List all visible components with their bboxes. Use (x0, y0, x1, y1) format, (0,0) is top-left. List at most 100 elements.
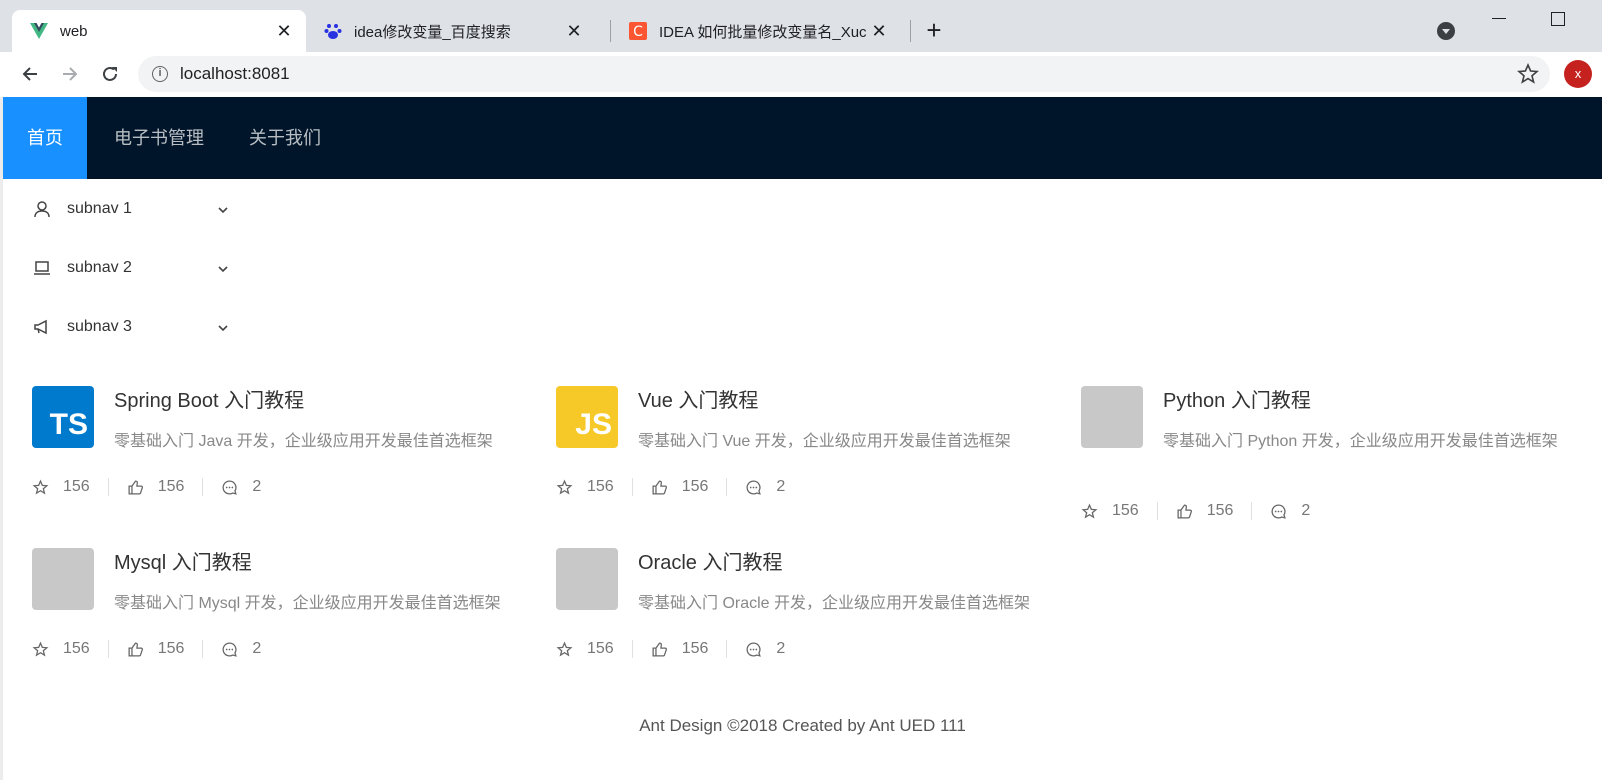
like-action[interactable]: 156 (1176, 502, 1253, 520)
tab-title: web (60, 22, 88, 40)
ebook-cover[interactable] (1081, 386, 1143, 448)
star-action[interactable]: 156 (32, 478, 109, 496)
chevron-down-icon (217, 262, 229, 274)
close-icon[interactable]: ✕ (272, 19, 296, 43)
ebook-card: JS Vue 入门教程 零基础入门 Vue 开发，企业级应用开发最佳首选框架 1… (556, 386, 1076, 536)
like-action[interactable]: 156 (651, 478, 728, 496)
ebook-description: 零基础入门 Python 开发，企业级应用开发最佳首选框架 (1163, 433, 1558, 450)
svg-text:C: C (633, 24, 643, 40)
ebook-description: 零基础入门 Java 开发，企业级应用开发最佳首选框架 (114, 433, 493, 450)
like-action[interactable]: 156 (127, 640, 204, 658)
tab-title: idea修改变量_百度搜索 (354, 23, 511, 41)
like-count: 156 (157, 640, 185, 657)
subnav-3[interactable]: subnav 3 (3, 297, 233, 357)
comment-action[interactable]: 2 (745, 478, 803, 496)
comment-action[interactable]: 2 (745, 640, 803, 658)
like-icon (128, 479, 143, 495)
comment-count: 2 (1301, 502, 1311, 519)
browser-tab-baidu[interactable]: idea修改变量_百度搜索 ✕ (306, 10, 596, 52)
star-action[interactable]: 156 (556, 478, 633, 496)
reload-icon[interactable] (98, 62, 122, 86)
ebook-title[interactable]: Python 入门教程 (1163, 384, 1311, 413)
star-icon (32, 641, 49, 657)
star-action[interactable]: 156 (556, 640, 633, 658)
csdn-icon: C (629, 22, 647, 40)
menu-item-home[interactable]: 首页 (3, 97, 87, 179)
subnav-2[interactable]: subnav 2 (3, 238, 233, 298)
comment-action[interactable]: 2 (1270, 502, 1328, 520)
forward-icon[interactable] (58, 62, 82, 86)
subnav-1[interactable]: subnav 1 (3, 179, 233, 239)
star-count: 156 (587, 640, 614, 657)
ebook-title[interactable]: Oracle 入门教程 (638, 546, 782, 575)
page-footer: Ant Design ©2018 Created by Ant UED 111 (639, 716, 966, 735)
star-action[interactable]: 156 (1081, 502, 1158, 520)
ebook-cover-js[interactable]: JS (556, 386, 618, 448)
comment-action[interactable]: 2 (221, 478, 279, 496)
ebook-card: TS Spring Boot 入门教程 零基础入门 Java 开发，企业级应用开… (32, 386, 552, 536)
ebook-cover[interactable] (32, 548, 94, 610)
new-tab-button[interactable]: + (922, 17, 946, 43)
ebook-description: 零基础入门 Mysql 开发，企业级应用开发最佳首选框架 (114, 595, 501, 612)
star-count: 156 (587, 478, 614, 495)
user-icon (33, 200, 51, 218)
ebook-card: Oracle 入门教程 零基础入门 Oracle 开发，企业级应用开发最佳首选框… (556, 548, 1076, 698)
browser-toolbar: i localhost:8081 x (0, 52, 1602, 97)
ebook-title[interactable]: Vue 入门教程 (638, 384, 758, 413)
subnav-label: subnav 3 (67, 318, 132, 335)
url-text: localhost:8081 (180, 64, 290, 83)
like-action[interactable]: 156 (127, 478, 204, 496)
comment-count: 2 (252, 640, 262, 657)
star-count: 156 (1112, 502, 1139, 519)
like-icon (128, 641, 143, 657)
menu-item-about[interactable]: 关于我们 (225, 97, 345, 179)
like-count: 156 (681, 478, 709, 495)
message-icon (222, 479, 238, 495)
bookmark-star-icon[interactable] (1516, 62, 1540, 86)
message-icon (746, 641, 762, 657)
close-icon[interactable]: ✕ (867, 19, 891, 43)
tab-separator (910, 20, 911, 42)
ebook-title[interactable]: Mysql 入门教程 (114, 546, 252, 575)
back-icon[interactable] (18, 62, 42, 86)
star-icon (556, 641, 573, 657)
vue-icon (30, 22, 48, 40)
minimize-icon[interactable] (1492, 18, 1506, 19)
ebook-title[interactable]: Spring Boot 入门教程 (114, 384, 304, 413)
ebook-actions: 156 156 2 (32, 478, 297, 496)
browser-tab-csdn[interactable]: C IDEA 如何批量修改变量名_Xucc ✕ (611, 10, 901, 52)
ebook-cover[interactable] (556, 548, 618, 610)
like-action[interactable]: 156 (651, 640, 728, 658)
star-icon (32, 479, 49, 495)
site-info-icon[interactable]: i (152, 66, 168, 82)
ebook-card: Python 入门教程 零基础入门 Python 开发，企业级应用开发最佳首选框… (1081, 386, 1602, 536)
chevron-down-icon (217, 321, 229, 333)
app-header: 首页 电子书管理 关于我们 (3, 97, 1602, 179)
tab-search-icon[interactable] (1437, 22, 1455, 40)
profile-avatar[interactable]: x (1564, 60, 1592, 88)
star-count: 156 (63, 640, 90, 657)
baidu-icon (324, 22, 342, 40)
star-icon (1081, 503, 1098, 519)
like-count: 156 (681, 640, 709, 657)
comment-count: 2 (252, 478, 262, 495)
ebook-actions: 156 156 2 (32, 640, 297, 658)
notification-icon (33, 318, 51, 336)
comment-action[interactable]: 2 (221, 640, 279, 658)
like-count: 156 (1206, 502, 1234, 519)
ebook-description: 零基础入门 Vue 开发，企业级应用开发最佳首选框架 (638, 433, 1011, 450)
laptop-icon (33, 259, 51, 277)
menu-item-ebook-admin[interactable]: 电子书管理 (90, 97, 228, 179)
browser-tab-web[interactable]: web ✕ (12, 10, 306, 52)
ebook-cover-ts[interactable]: TS (32, 386, 94, 448)
subnav-label: subnav 1 (67, 200, 132, 217)
maximize-icon[interactable] (1551, 12, 1565, 26)
close-icon[interactable]: ✕ (562, 19, 586, 43)
subnav-label: subnav 2 (67, 259, 132, 276)
ebook-actions: 156 156 2 (556, 640, 821, 658)
ebook-description: 零基础入门 Oracle 开发，企业级应用开发最佳首选框架 (638, 595, 1031, 612)
address-bar[interactable]: i localhost:8081 (138, 56, 1550, 92)
comment-count: 2 (776, 640, 786, 657)
star-action[interactable]: 156 (32, 640, 109, 658)
ebook-actions: 156 156 2 (556, 478, 821, 496)
